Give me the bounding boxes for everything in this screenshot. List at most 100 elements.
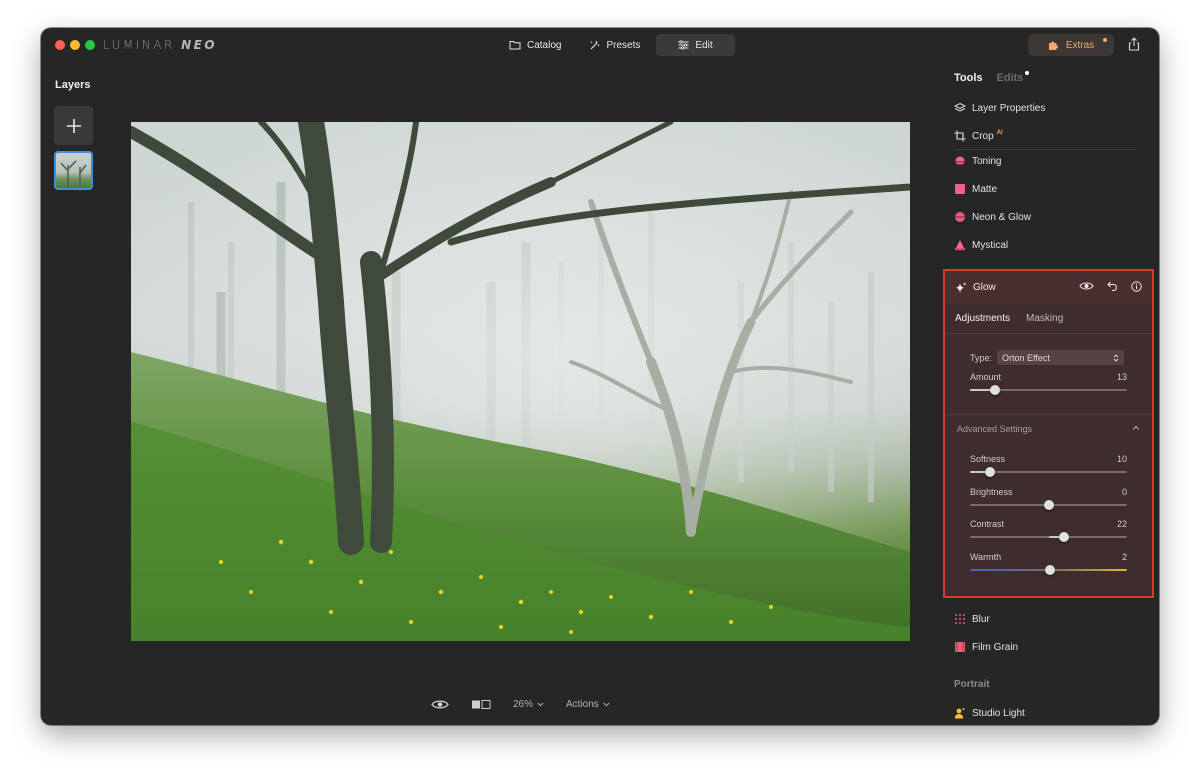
slider-value: 0 [1121,486,1127,497]
slider-label: Softness [970,454,1006,464]
tool-label: Neon & Glow [972,211,1031,223]
tool-layer-properties[interactable]: Layer Properties [954,98,1045,118]
tool-label: Film Grain [972,641,1019,653]
slider-label: Contrast [970,519,1005,529]
type-select[interactable]: Orton Effect [997,350,1125,365]
tab-masking[interactable]: Masking [1026,313,1063,324]
zoom-dropdown[interactable]: 26% [513,699,544,710]
compare-button[interactable] [471,699,491,710]
eye-icon[interactable] [1079,281,1094,291]
tool-blur[interactable]: Blur [954,609,990,629]
tool-neon-glow[interactable]: Neon & Glow [954,207,1031,227]
toning-icon [954,155,966,167]
blur-icon [954,613,966,625]
slider-knob[interactable] [1043,499,1054,510]
add-layer-button[interactable] [54,106,93,145]
glow-actions [1079,281,1142,292]
split-compare-icon [472,699,491,709]
thumbnail-trees-image [60,160,87,188]
slider-value: 13 [1116,372,1127,382]
slider-knob[interactable] [985,467,996,477]
layer-thumbnail[interactable] [54,151,93,190]
tool-film-grain[interactable]: Film Grain [954,637,1018,657]
undo-icon[interactable] [1107,281,1118,291]
logo-neo: NEO [181,38,218,52]
slider-label: Amount [970,372,1002,382]
close-window-button[interactable] [55,40,65,50]
folder-icon [509,41,521,50]
tool-studio-light[interactable]: Studio Light [954,703,1025,723]
actions-dropdown[interactable]: Actions [566,699,610,710]
tab-adjustments[interactable]: Adjustments [955,313,1010,324]
tab-edits[interactable]: Edits [996,71,1030,84]
portrait-section-title: Portrait [954,679,990,690]
presets-label: Presets [606,39,641,51]
logo-text: LUMINAR [103,38,175,52]
app-window: LUMINAR NEO Catalog Presets Edit Extras [41,28,1159,725]
matte-icon [954,183,966,195]
slider-value: 2 [1121,551,1127,562]
minimize-window-button[interactable] [70,40,80,50]
catalog-button[interactable]: Catalog [497,34,573,56]
slider-knob[interactable] [990,385,1001,395]
tool-label: Mystical [972,239,1009,251]
tab-tools[interactable]: Tools [954,72,983,84]
eye-icon [431,700,449,708]
tool-label: Studio Light [972,707,1025,719]
studio-light-icon [954,707,966,719]
slider-value: 22 [1116,519,1127,529]
preview-toggle-button[interactable] [431,699,449,710]
slider-label: Warmth [970,551,1002,562]
advanced-settings-title[interactable]: Advanced Settings [957,424,1032,434]
tool-label: Toning [972,155,1002,167]
type-label: Type: [970,352,993,363]
info-icon[interactable] [1131,281,1142,292]
slider-track[interactable] [970,536,1127,538]
edit-label: Edit [695,39,713,51]
sparkle-icon [956,282,966,292]
tool-mystical[interactable]: Mystical [954,235,1008,255]
view-toolbar: 26% Actions [431,696,610,712]
tool-label: Matte [972,183,998,195]
glow-tool-panel: Glow Adjustments Masking Type: Orton Eff… [943,269,1154,598]
film-grain-icon [954,641,966,653]
layers-icon [954,102,966,114]
plus-icon [66,118,81,133]
slider-label: Brightness [970,486,1013,497]
tool-label: Blur [972,613,990,625]
glow-header[interactable]: Glow [945,271,1152,304]
app-logo: LUMINAR NEO [103,38,217,52]
chevron-up-icon[interactable] [1132,425,1140,431]
advanced-divider [945,414,1152,415]
ai-badge: AI [996,130,1003,136]
edits-indicator-dot [1025,71,1030,75]
slider-knob[interactable] [1059,532,1070,542]
photo-canvas[interactable] [131,122,910,641]
layers-title: Layers [55,79,91,91]
subtabs-divider [945,333,1152,334]
glow-title: Glow [973,282,996,293]
zoom-value: 26% [513,698,534,710]
tool-matte[interactable]: Matte [954,179,997,199]
tool-label: Crop [972,130,994,142]
slider-value: 10 [1116,454,1127,464]
zoom-window-button[interactable] [85,40,95,50]
actions-label: Actions [566,698,599,710]
crop-icon [954,130,966,142]
neon-glow-icon [954,211,966,223]
type-value: Orton Effect [1002,352,1050,363]
glow-subtabs: Adjustments Masking [955,313,1063,324]
tool-crop[interactable]: Crop AI [954,126,1003,146]
type-row: Type: Orton Effect [970,350,1125,365]
tab-edits-label: Edits [996,72,1024,84]
slider-knob[interactable] [1045,564,1056,575]
mystical-icon [954,239,966,251]
presets-button[interactable]: Presets [577,34,652,56]
chevron-down-icon [603,702,610,706]
top-navigation: Catalog Presets Edit [497,34,735,56]
updown-chevron-icon [1113,353,1119,362]
tool-label: Layer Properties [972,102,1046,114]
tools-tabs: Tools Edits [954,71,1030,84]
tool-toning[interactable]: Toning [954,151,1001,171]
edit-button[interactable]: Edit [656,34,735,56]
